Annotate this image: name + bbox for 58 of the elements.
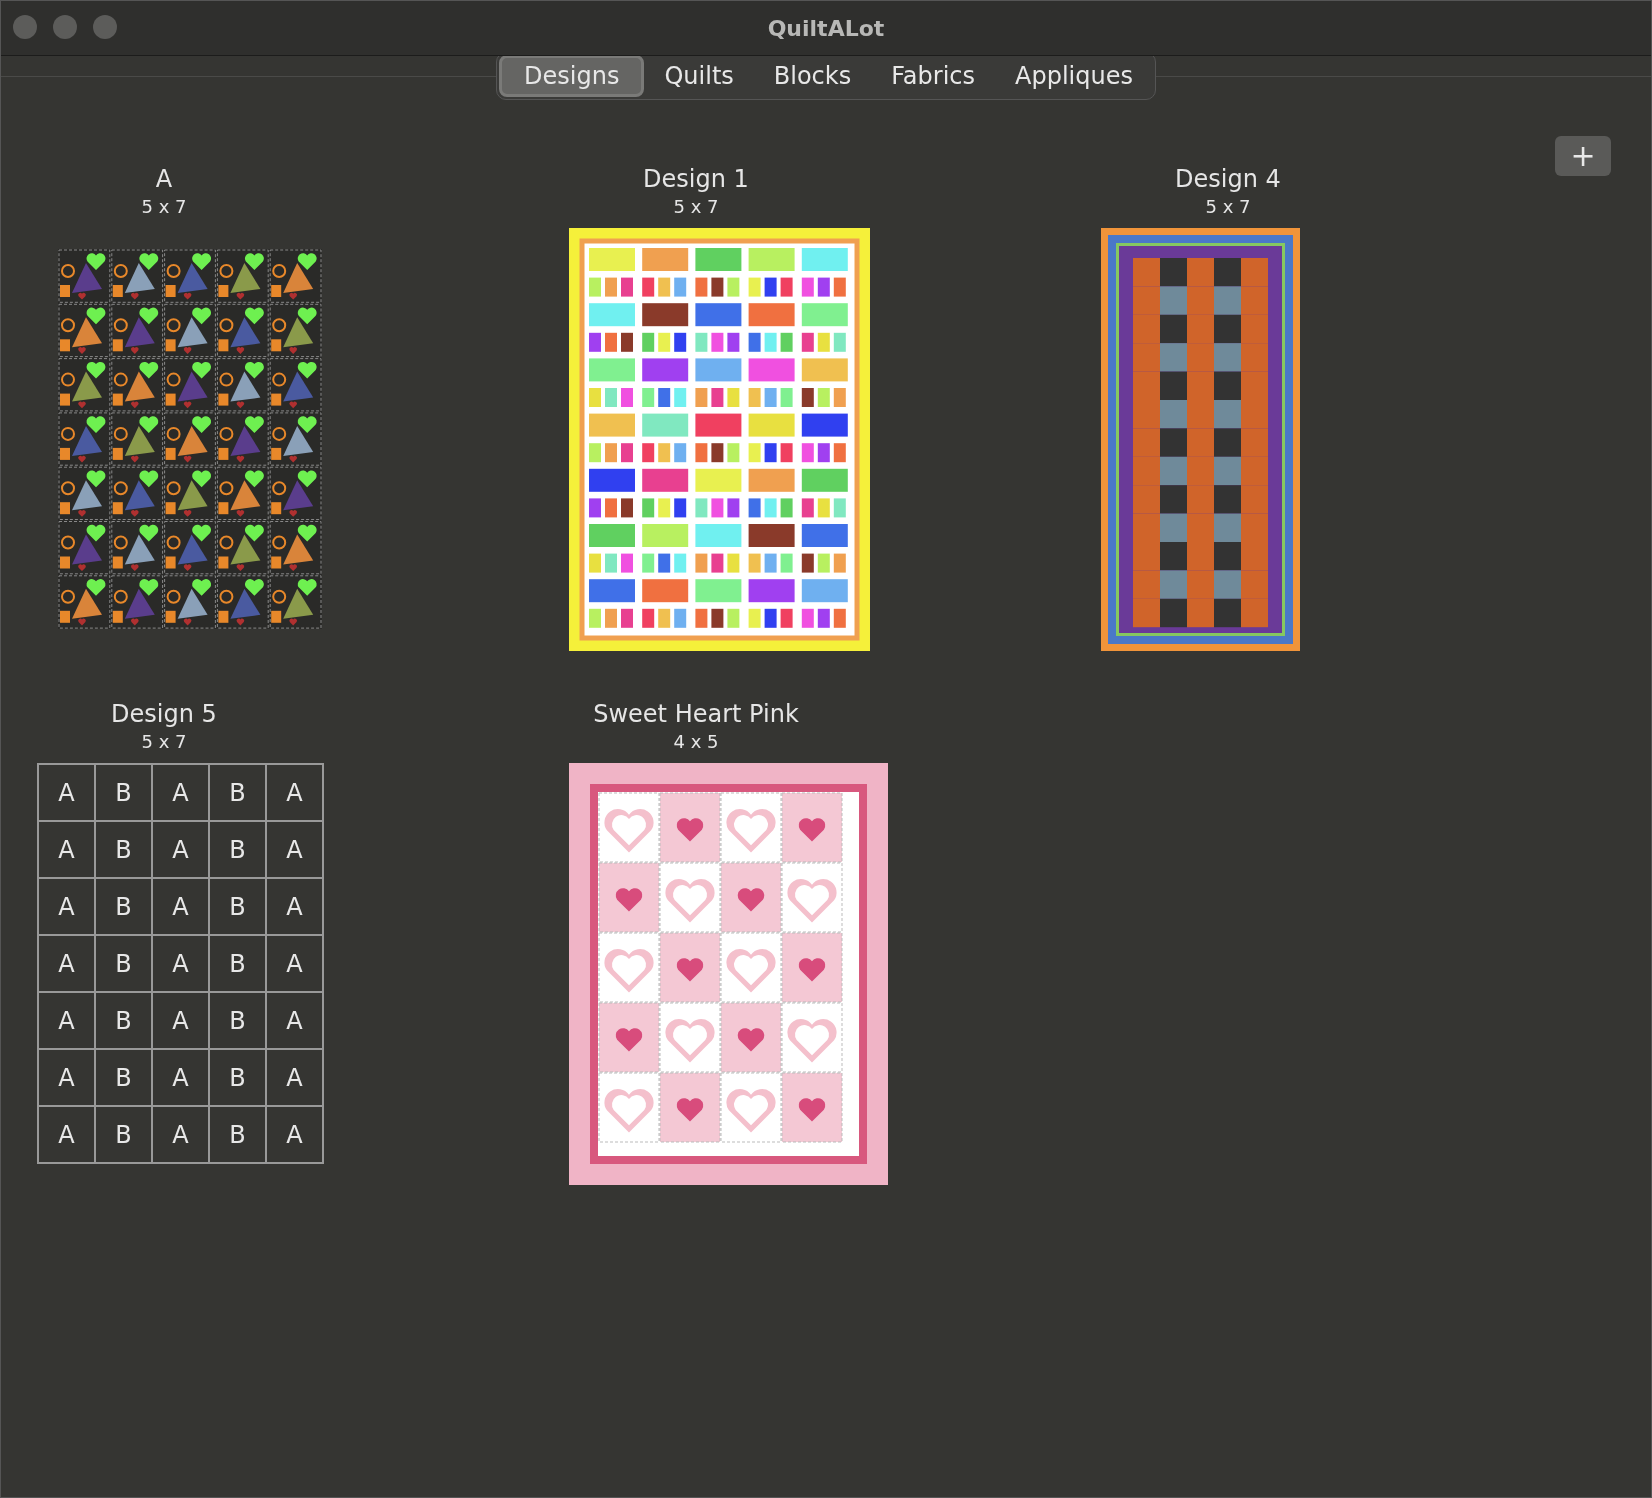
block-cell: B <box>209 821 266 878</box>
block-cell: A <box>152 935 209 992</box>
block-cell: A <box>38 878 95 935</box>
block-cell: A <box>266 764 323 821</box>
design-name: Sweet Heart Pink <box>593 699 799 729</box>
block-cell: A <box>152 878 209 935</box>
block-cell: B <box>209 1106 266 1163</box>
block-cell: A <box>38 821 95 878</box>
block-cell: B <box>209 764 266 821</box>
block-cell: A <box>38 1106 95 1163</box>
quilt-drawing[interactable] <box>58 249 322 629</box>
block-cell: A <box>38 935 95 992</box>
block-cell: A <box>152 1106 209 1163</box>
design-size: 5 x 7 <box>673 195 719 219</box>
tab[interactable]: Blocks <box>753 55 872 97</box>
block-cell: B <box>209 1049 266 1106</box>
design-name: A <box>155 164 173 194</box>
design-size: 5 x 7 <box>1205 195 1251 219</box>
block-cell: B <box>209 878 266 935</box>
quilt-drawing[interactable] <box>569 228 870 651</box>
block-cell: A <box>38 764 95 821</box>
design-size: 4 x 5 <box>673 730 719 754</box>
add-button[interactable]: + <box>1555 136 1611 176</box>
block-cell: B <box>209 992 266 1049</box>
block-cell: B <box>95 1049 152 1106</box>
tab[interactable]: Quilts <box>644 55 754 97</box>
block-cell: A <box>266 1049 323 1106</box>
quilt-drawing[interactable] <box>1101 228 1300 651</box>
window-title: QuiltALot <box>767 15 885 41</box>
tab[interactable]: Fabrics <box>871 55 995 97</box>
design-name: Design 5 <box>111 699 217 729</box>
tab[interactable]: Designs <box>499 55 645 97</box>
block-cell: B <box>95 935 152 992</box>
block-cell: B <box>95 992 152 1049</box>
block-cell: B <box>95 1106 152 1163</box>
close-button[interactable] <box>13 15 37 39</box>
block-cell: A <box>266 878 323 935</box>
block-cell: A <box>38 1049 95 1106</box>
block-cell: B <box>95 878 152 935</box>
block-cell: A <box>152 992 209 1049</box>
block-cell: A <box>266 992 323 1049</box>
block-cell: B <box>95 821 152 878</box>
design-name: Design 1 <box>643 164 749 194</box>
block-cell: B <box>95 764 152 821</box>
block-cell: A <box>266 821 323 878</box>
design-size: 5 x 7 <box>141 730 187 754</box>
block-cell: A <box>152 821 209 878</box>
tab[interactable]: Appliques <box>995 55 1153 97</box>
zoom-button[interactable] <box>93 15 117 39</box>
block-cell: A <box>152 764 209 821</box>
block-cell: A <box>266 935 323 992</box>
block-cell: A <box>152 1049 209 1106</box>
block-cell: B <box>209 935 266 992</box>
minimize-button[interactable] <box>53 15 77 39</box>
block-cell: A <box>266 1106 323 1163</box>
design-size: 5 x 7 <box>141 195 187 219</box>
block-cell: A <box>38 992 95 1049</box>
design-name: Design 4 <box>1175 164 1281 194</box>
